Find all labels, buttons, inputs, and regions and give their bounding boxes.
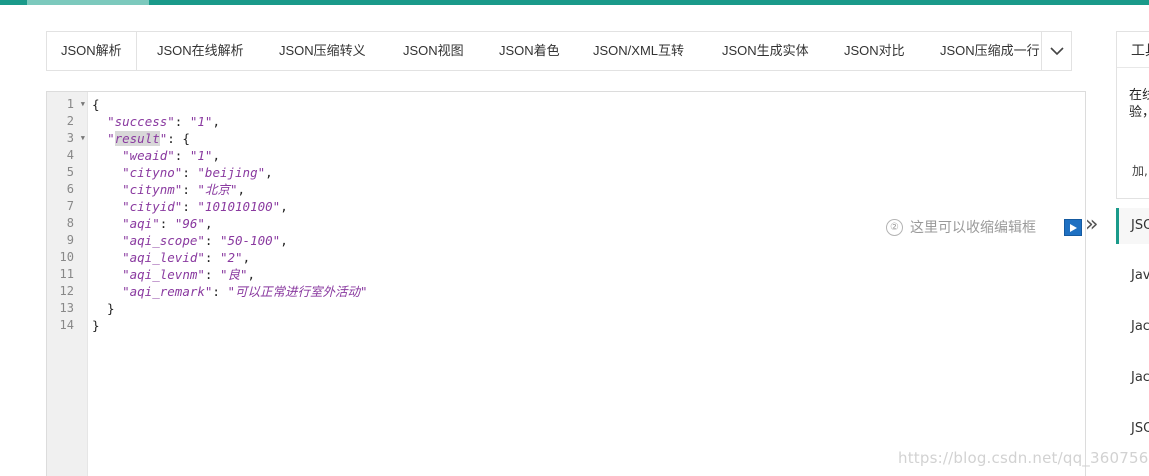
tab-json-view[interactable]: JSON视图 <box>389 32 478 70</box>
line-number: 7 <box>66 199 74 213</box>
code-line: "success": "1", <box>107 114 220 129</box>
code-line: "aqi_levnm": "良", <box>122 267 256 282</box>
side-tool-list: JSON Java Jac Jac JSON <box>1116 208 1149 476</box>
side-item-json-2[interactable]: JSON <box>1116 411 1149 447</box>
line-number: 14 <box>59 318 74 332</box>
collapse-hint-text: 这里可以收缩编辑框 <box>910 220 1036 236</box>
panel-divider <box>1117 67 1149 68</box>
line-number: 13 <box>59 301 74 315</box>
tabs-more-button[interactable] <box>1041 32 1071 70</box>
code-line: "cityno": "beijing", <box>122 165 273 180</box>
code-line: "aqi_levid": "2", <box>122 250 251 265</box>
code-line: "cityid": "101010100", <box>122 199 288 214</box>
side-item-jac-1[interactable]: Jac <box>1116 309 1149 345</box>
top-accent-bar <box>0 0 1149 5</box>
line-number: 11 <box>59 267 74 281</box>
code-line: "citynm": "北京", <box>122 182 245 197</box>
line-number: 9 <box>66 233 74 247</box>
tab-json-minify[interactable]: JSON压缩成一行 <box>926 32 1042 70</box>
line-number: 1 ▼ <box>66 96 85 113</box>
watermark: https://blog.csdn.net/qq_36075612 <box>898 449 1149 467</box>
code-line: } <box>92 318 100 333</box>
code-line: "result": { <box>107 131 190 146</box>
side-item-java[interactable]: Java <box>1116 258 1149 294</box>
fold-arrow-icon[interactable]: ▼ <box>81 130 85 147</box>
tab-json-compare[interactable]: JSON对比 <box>830 32 919 70</box>
top-active-indicator <box>27 0 149 5</box>
side-item-jac-2[interactable]: Jac <box>1116 360 1149 396</box>
code-line: "aqi_scope": "50-100", <box>122 233 288 248</box>
chevron-down-icon <box>1049 46 1064 55</box>
json-editor[interactable]: 1 ▼ 2 3 ▼ 4 5 6 7 8 9 10 11 12 13 14 { "su… <box>46 91 1086 476</box>
panel-text: 验， <box>1129 105 1149 120</box>
step-number-icon: ② <box>886 218 903 236</box>
line-gutter: 1 ▼ 2 3 ▼ 4 5 6 7 8 9 10 11 12 13 14 <box>47 92 88 476</box>
code-line: } <box>92 301 115 316</box>
line-number: 12 <box>59 284 74 298</box>
line-number: 8 <box>66 216 74 230</box>
tool-info-panel: 工具 在线 验， 加, <box>1116 31 1149 199</box>
tab-json-parse[interactable]: JSON解析 <box>47 32 137 70</box>
tab-json-online-parse[interactable]: JSON在线解析 <box>143 32 258 70</box>
panel-text: 加, <box>1132 164 1148 178</box>
tab-strip: JSON解析 JSON在线解析 JSON压缩转义 JSON视图 JSON着色 J… <box>47 32 1042 70</box>
line-number: 10 <box>59 250 74 264</box>
play-icon <box>1070 223 1077 232</box>
play-button[interactable] <box>1064 219 1082 236</box>
tab-json-compress-escape[interactable]: JSON压缩转义 <box>265 32 380 70</box>
side-item-json[interactable]: JSON <box>1116 208 1149 244</box>
line-number: 2 <box>66 114 74 128</box>
double-chevron-right-icon[interactable]: » <box>1085 213 1103 237</box>
line-number: 6 <box>66 182 74 196</box>
fold-arrow-icon[interactable]: ▼ <box>81 96 85 113</box>
tool-tabs: JSON解析 JSON在线解析 JSON压缩转义 JSON视图 JSON着色 J… <box>46 31 1072 71</box>
code-line: { <box>92 97 100 112</box>
line-number: 4 <box>66 148 74 162</box>
line-number: 5 <box>66 165 74 179</box>
code-line: "weaid": "1", <box>122 148 220 163</box>
code-line: "aqi_remark": "可以正常进行室外活动" <box>122 284 368 299</box>
tab-json-entity[interactable]: JSON生成实体 <box>708 32 823 70</box>
tab-json-xml-convert[interactable]: JSON/XML互转 <box>579 32 698 70</box>
code-line: "aqi": "96", <box>122 216 213 231</box>
collapse-hint: ② 这里可以收缩编辑框 <box>886 216 1036 238</box>
tab-json-color[interactable]: JSON着色 <box>485 32 574 70</box>
panel-title: 工具 <box>1131 43 1149 59</box>
line-number: 3 ▼ <box>66 130 85 147</box>
